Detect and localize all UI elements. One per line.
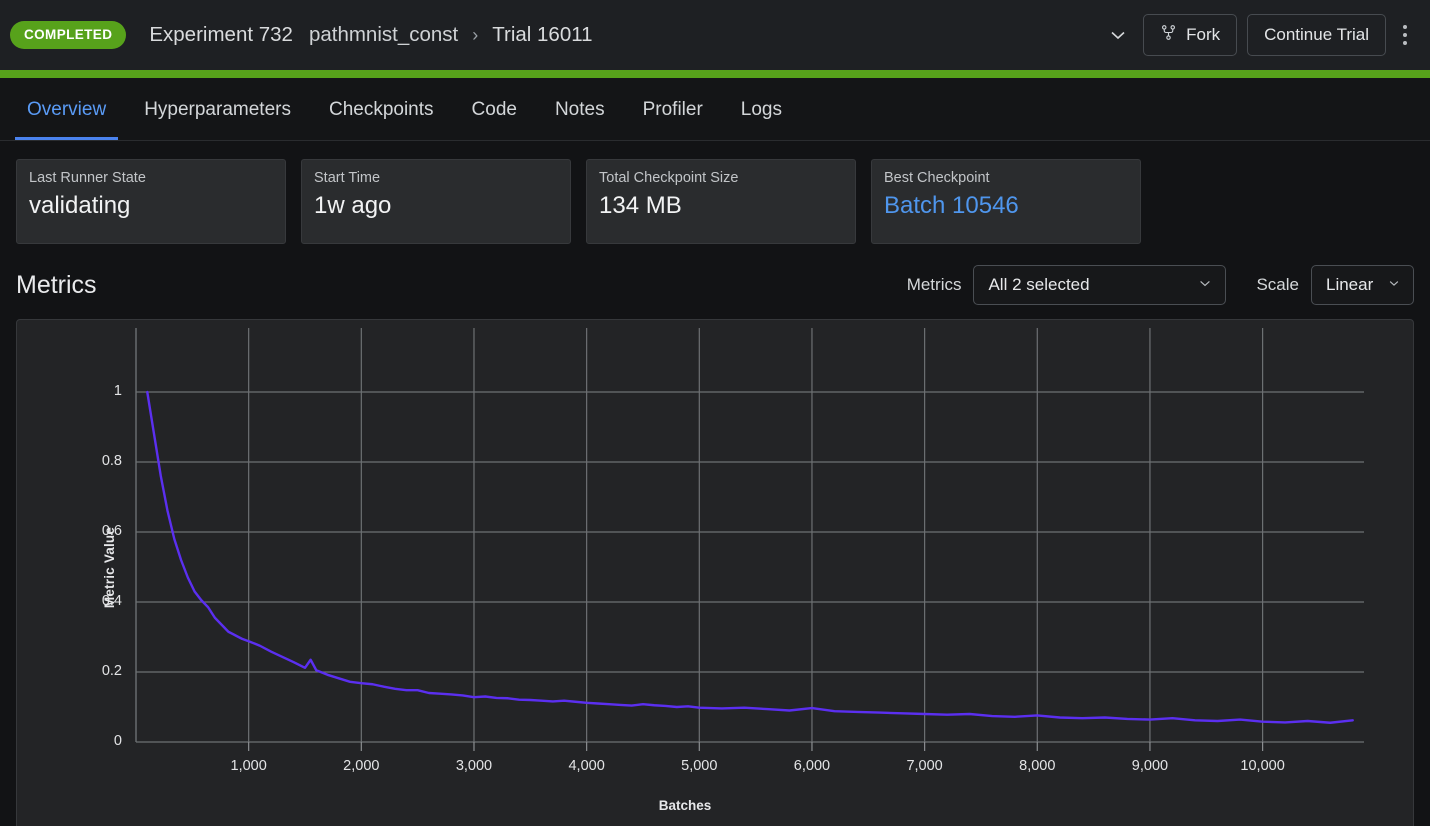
- status-accent-bar: [0, 70, 1430, 78]
- chevron-down-icon: [1387, 275, 1401, 295]
- tab-profiler[interactable]: Profiler: [631, 99, 715, 140]
- tab-checkpoints[interactable]: Checkpoints: [317, 99, 446, 140]
- tab-bar: Overview Hyperparameters Checkpoints Cod…: [0, 78, 1430, 141]
- tab-code[interactable]: Code: [460, 99, 529, 140]
- card-last-runner-state: Last Runner State validating: [16, 159, 286, 244]
- card-label: Best Checkpoint: [884, 170, 990, 186]
- card-start-time: Start Time 1w ago: [301, 159, 571, 244]
- x-tick-label: 8,000: [1019, 758, 1056, 774]
- y-tick-label: 0: [113, 733, 122, 749]
- breadcrumb-experiment[interactable]: Experiment 732: [141, 23, 301, 47]
- x-tick-label: 9,000: [1131, 758, 1169, 774]
- x-tick-label: 4,000: [568, 758, 605, 774]
- x-tick-label: 5,000: [681, 758, 718, 774]
- x-tick-label: 2,000: [343, 758, 380, 774]
- metrics-chart-panel[interactable]: Metric Value Batches 0 0.2 0.4 0.6 0.8 1 1,00…: [16, 319, 1414, 826]
- x-tick-label: 6,000: [793, 758, 831, 774]
- x-axis-title: Batches: [658, 798, 712, 813]
- card-label: Start Time: [314, 170, 381, 186]
- breadcrumb: Experiment 732 pathmnist_const › Trial 1…: [141, 23, 600, 47]
- x-tick-label: 3,000: [455, 758, 493, 774]
- status-badge: COMPLETED: [10, 21, 127, 49]
- fork-button-label: Fork: [1186, 25, 1221, 44]
- metrics-section-title: Metrics: [16, 270, 97, 299]
- y-tick-label: 0.4: [101, 593, 122, 609]
- card-value: validating: [29, 192, 131, 219]
- card-best-checkpoint: Best Checkpoint Batch 10546: [871, 159, 1141, 244]
- breadcrumb-separator-icon: ›: [472, 24, 479, 45]
- tab-notes[interactable]: Notes: [543, 99, 617, 140]
- y-tick-label: 0.2: [101, 663, 122, 679]
- git-fork-icon: [1160, 24, 1177, 46]
- kebab-menu-icon[interactable]: [1392, 14, 1418, 56]
- metrics-select-value: All 2 selected: [988, 275, 1090, 294]
- card-value: 134 MB: [599, 192, 682, 219]
- scale-select-label: Scale: [1256, 275, 1299, 294]
- y-tick-label: 0.8: [101, 453, 122, 469]
- chevron-down-icon[interactable]: [1101, 18, 1135, 52]
- metrics-select[interactable]: All 2 selected: [973, 265, 1227, 305]
- x-tick-label: 7,000: [906, 758, 943, 774]
- continue-trial-button[interactable]: Continue Trial: [1247, 14, 1386, 56]
- trial-header: COMPLETED Experiment 732 pathmnist_const…: [0, 0, 1430, 70]
- breadcrumb-trial[interactable]: Trial 16011: [484, 23, 600, 47]
- metric-line-chart: [135, 328, 1364, 751]
- summary-cards: Last Runner State validating Start Time …: [0, 141, 1430, 244]
- x-tick-label: 10,000: [1240, 758, 1285, 774]
- best-checkpoint-link[interactable]: Batch 10546: [884, 192, 1128, 220]
- tab-hyperparameters[interactable]: Hyperparameters: [132, 99, 303, 140]
- card-label: Total Checkpoint Size: [599, 170, 739, 186]
- tab-logs[interactable]: Logs: [729, 99, 794, 140]
- x-tick-label: 1,000: [230, 758, 267, 774]
- tab-overview[interactable]: Overview: [15, 99, 119, 140]
- card-value: 1w ago: [314, 192, 392, 219]
- metrics-select-label: Metrics: [906, 275, 962, 294]
- scale-select[interactable]: Linear: [1311, 265, 1414, 305]
- card-label: Last Runner State: [29, 170, 146, 186]
- y-tick-label: 1: [113, 383, 122, 399]
- chevron-down-icon: [1197, 275, 1213, 296]
- fork-button[interactable]: Fork: [1143, 14, 1238, 56]
- chart-plot-area: Metric Value Batches 0 0.2 0.4 0.6 0.8 1 1,00…: [17, 320, 1413, 826]
- metrics-controls-row: Metrics Metrics All 2 selected Scale Lin…: [0, 244, 1430, 306]
- continue-trial-label: Continue Trial: [1264, 25, 1369, 44]
- y-tick-label: 0.6: [101, 523, 122, 539]
- scale-select-value: Linear: [1326, 275, 1374, 294]
- card-total-checkpoint-size: Total Checkpoint Size 134 MB: [586, 159, 856, 244]
- breadcrumb-project[interactable]: pathmnist_const: [301, 23, 466, 47]
